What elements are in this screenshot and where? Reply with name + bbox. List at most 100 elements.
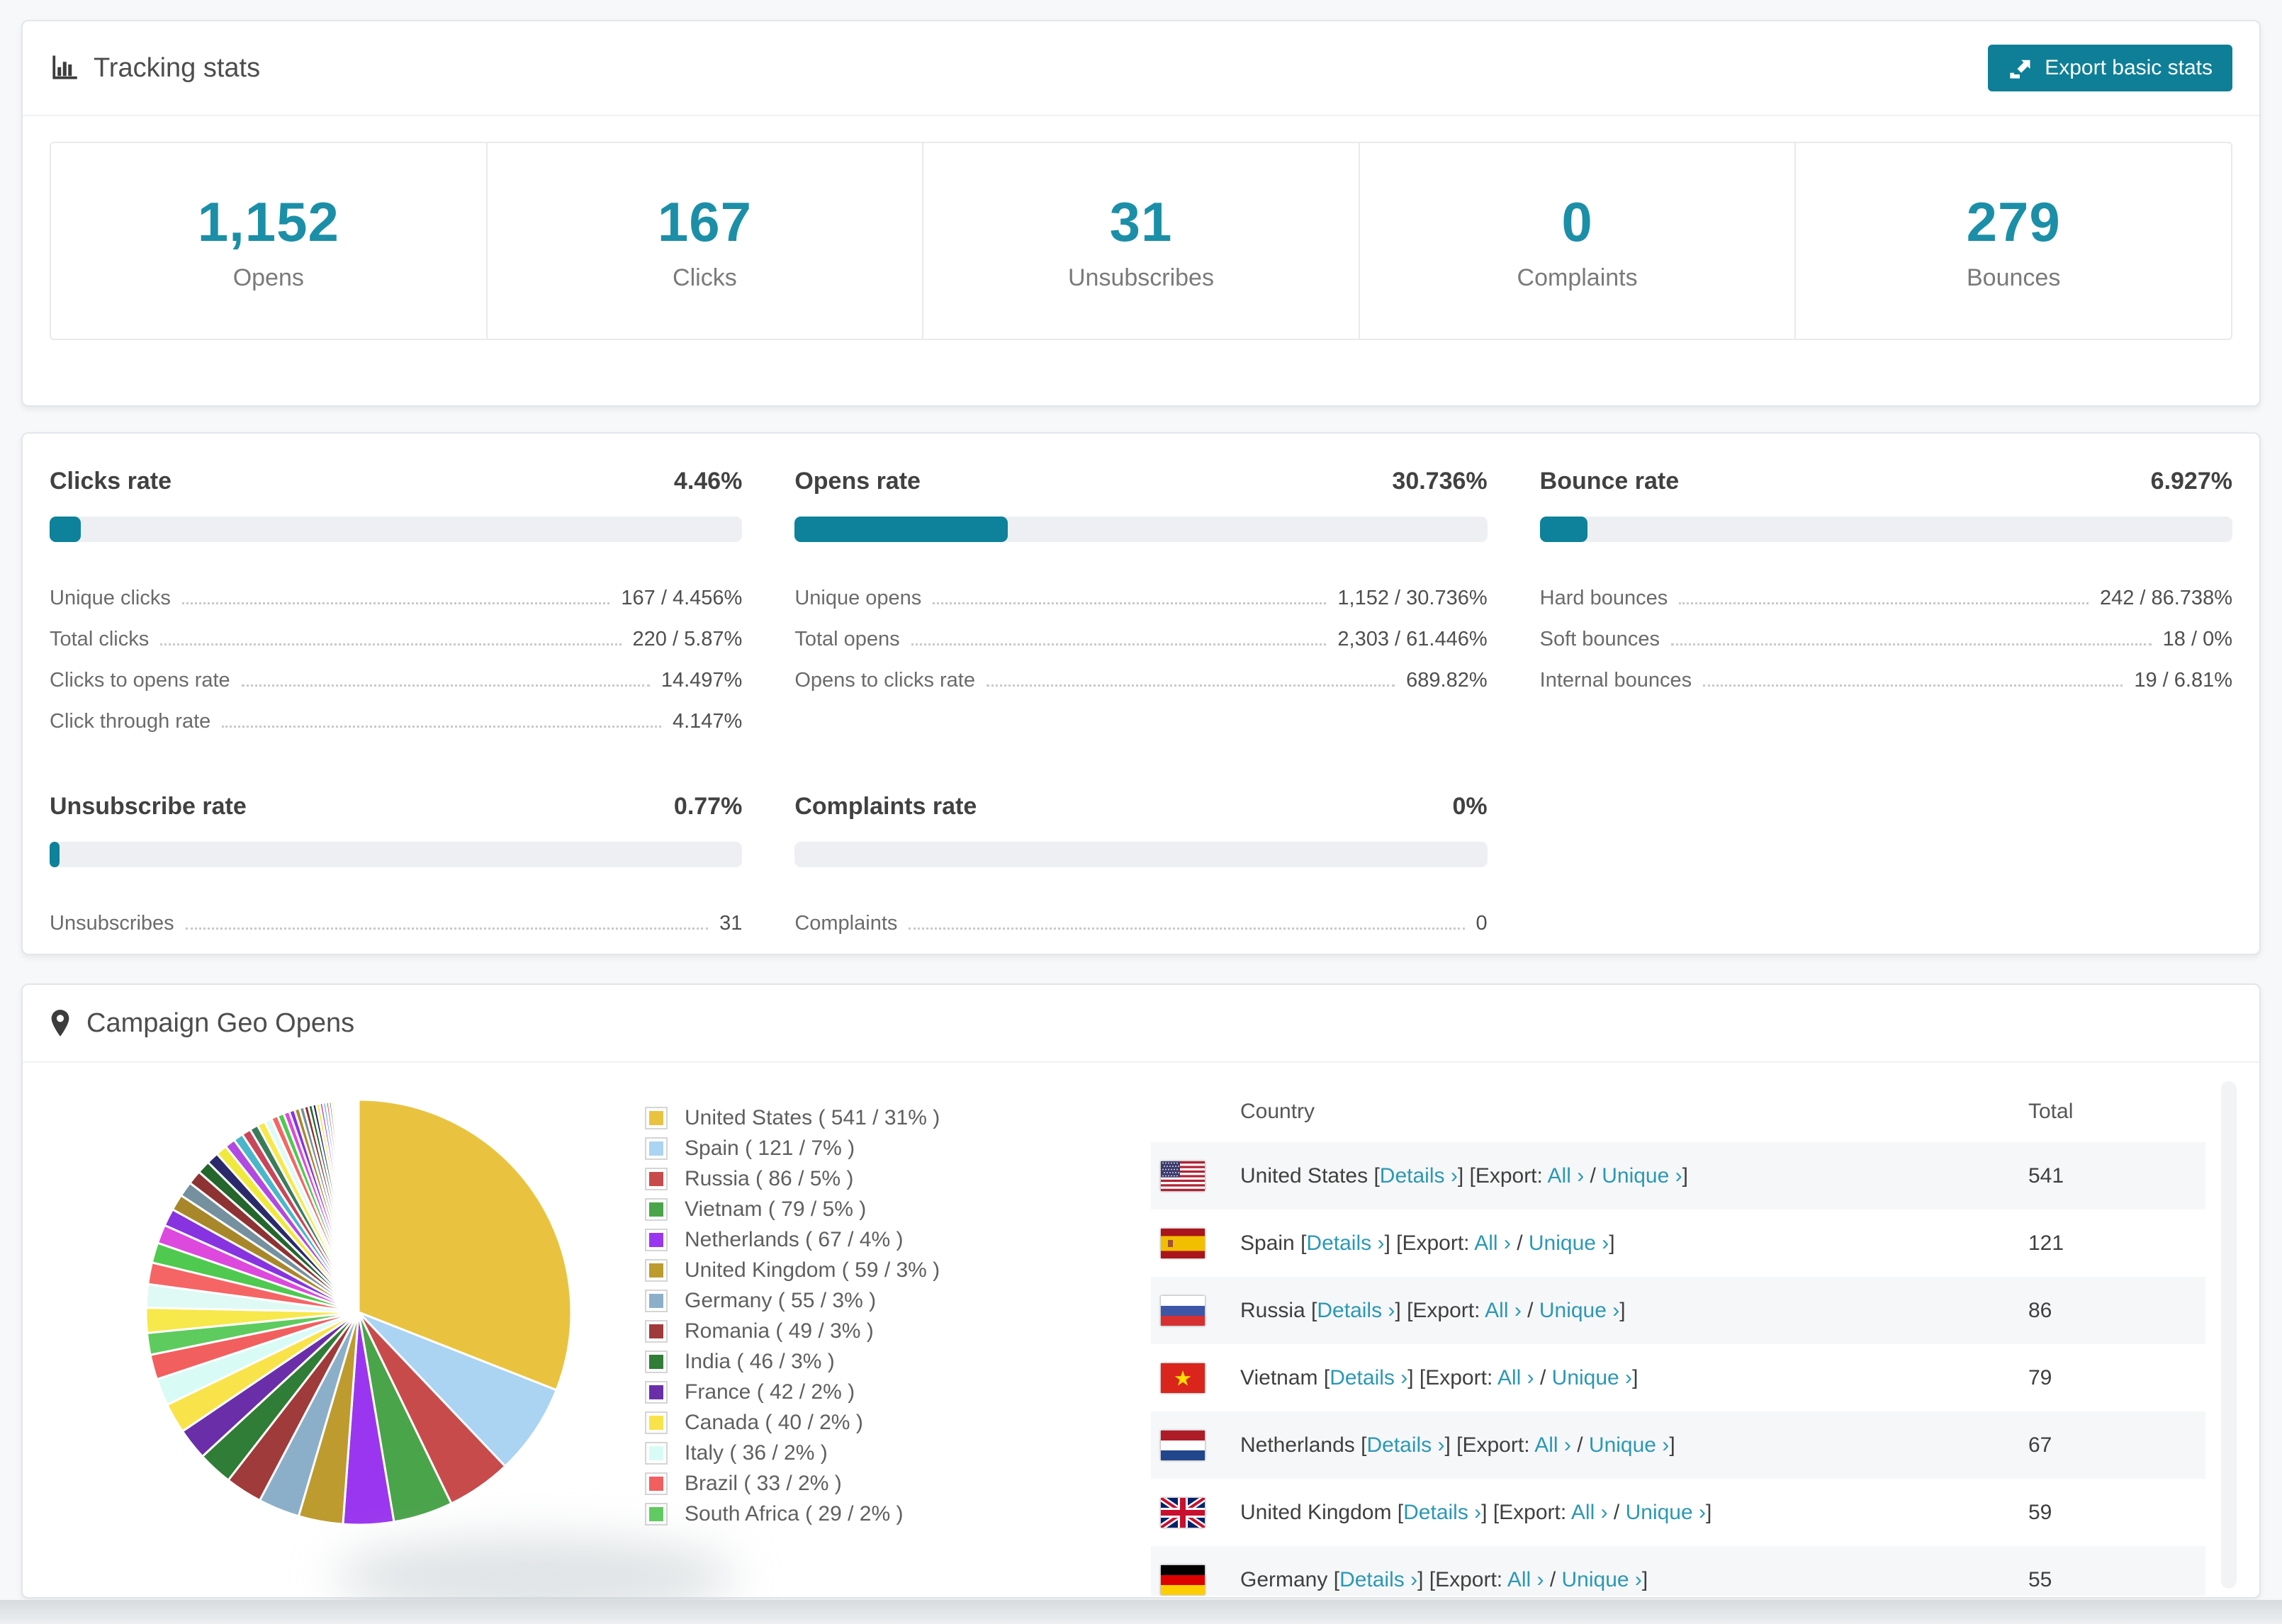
details-link[interactable]: Details › <box>1366 1433 1444 1457</box>
legend-swatch <box>645 1319 668 1343</box>
tracking-stats-title: Tracking stats <box>50 53 260 84</box>
dotted-leader <box>1703 684 2123 687</box>
legend-swatch <box>645 1441 668 1465</box>
details-link[interactable]: Details › <box>1380 1164 1458 1188</box>
legend-label: Brazil ( 33 / 2% ) <box>685 1471 842 1495</box>
rates-grid: Clicks rate 4.46% Unique clicks 167 / 4.… <box>23 434 2259 937</box>
export-unique-link[interactable]: Unique › <box>1562 1568 1642 1591</box>
bracket: ] [Export: <box>1444 1433 1535 1457</box>
geo-opens-table: Country Total United States [Details ›] … <box>1151 1081 2205 1596</box>
legend-swatch <box>645 1472 668 1495</box>
details-link[interactable]: Details › <box>1403 1501 1481 1524</box>
rate-title: Opens rate <box>794 468 921 495</box>
bracket: [ <box>1323 1365 1330 1389</box>
rate-block: Clicks rate 4.46% Unique clicks 167 / 4.… <box>50 468 743 735</box>
details-link[interactable]: Details › <box>1306 1231 1384 1255</box>
legend-swatch <box>645 1197 668 1221</box>
legend-item: United States ( 541 / 31% ) <box>645 1103 940 1133</box>
legend-item: Romania ( 49 / 3% ) <box>645 1316 940 1346</box>
country-name: Germany <box>1240 1567 1334 1591</box>
country-cell: United Kingdom [Details ›] [Export: All … <box>1240 1479 2028 1546</box>
details-link[interactable]: Details › <box>1330 1366 1407 1389</box>
stat-cell: 279 Bounces <box>1794 143 2231 339</box>
stat-cell: 167 Clicks <box>485 143 923 339</box>
rate-detail-label: Internal bounces <box>1539 669 1692 692</box>
country-name: Russia <box>1240 1298 1312 1322</box>
rate-value: 0.77% <box>673 793 743 820</box>
slash: / <box>1534 1365 1552 1389</box>
export-unique-link[interactable]: Unique › <box>1539 1299 1619 1322</box>
bracket: [ <box>1373 1163 1380 1188</box>
legend-label: Germany ( 55 / 3% ) <box>685 1288 877 1312</box>
export-unique-link[interactable]: Unique › <box>1552 1366 1632 1389</box>
geo-title: Campaign Geo Opens <box>50 1008 354 1039</box>
rate-detail-value: 2,303 / 61.446% <box>1337 628 1488 650</box>
rate-detail-label: Unique clicks <box>50 587 171 609</box>
rate-value: 4.46% <box>673 468 743 495</box>
legend-label: South Africa ( 29 / 2% ) <box>685 1501 904 1526</box>
table-scrollbar[interactable] <box>2221 1081 2237 1589</box>
rate-progress-bar <box>50 517 743 542</box>
export-all-link[interactable]: All › <box>1507 1568 1544 1591</box>
bracket: ] <box>1609 1231 1615 1255</box>
export-unique-link[interactable]: Unique › <box>1589 1433 1669 1457</box>
export-unique-link[interactable]: Unique › <box>1602 1164 1682 1188</box>
legend-item: Spain ( 121 / 7% ) <box>645 1133 940 1163</box>
rate-detail-row: Soft bounces 18 / 0% <box>1540 611 2232 653</box>
geo-header: Campaign Geo Opens <box>23 985 2259 1063</box>
export-basic-stats-button[interactable]: Export basic stats <box>1988 45 2232 91</box>
country-flag-icon <box>1161 1564 1205 1595</box>
legend-swatch <box>645 1502 668 1526</box>
dotted-leader <box>1679 602 2089 604</box>
export-all-link[interactable]: All › <box>1534 1433 1571 1457</box>
bracket: ] <box>1641 1567 1648 1591</box>
details-link[interactable]: Details › <box>1339 1568 1417 1591</box>
details-link[interactable]: Details › <box>1317 1299 1395 1322</box>
bracket: ] [Export: <box>1417 1567 1507 1591</box>
page-bottom-band <box>0 1600 2282 1624</box>
rate-detail-label: Complaints <box>794 912 898 935</box>
rates-card: Clicks rate 4.46% Unique clicks 167 / 4.… <box>21 432 2261 955</box>
stat-label: Clicks <box>673 264 737 291</box>
tracking-stats-title-text: Tracking stats <box>94 52 261 83</box>
country-name: United Kingdom <box>1240 1500 1398 1524</box>
rate-detail-value: 4.147% <box>672 710 743 733</box>
rate-detail-row: Unsubscribes 31 <box>50 896 742 937</box>
legend-item: France ( 42 / 2% ) <box>645 1377 940 1407</box>
rate-detail-value: 1,152 / 30.736% <box>1337 587 1488 609</box>
dotted-leader <box>222 726 661 728</box>
rate-detail-label: Hard bounces <box>1539 587 1668 609</box>
export-all-link[interactable]: All › <box>1571 1501 1608 1524</box>
legend-label: United Kingdom ( 59 / 3% ) <box>685 1258 940 1282</box>
export-all-link[interactable]: All › <box>1474 1231 1511 1255</box>
export-all-link[interactable]: All › <box>1485 1299 1522 1322</box>
export-unique-link[interactable]: Unique › <box>1529 1231 1609 1255</box>
country-cell: Russia [Details ›] [Export: All › / Uniq… <box>1240 1277 2028 1344</box>
rate-detail-label: Total opens <box>794 628 900 650</box>
legend-label: India ( 46 / 3% ) <box>685 1349 835 1373</box>
rate-detail-value: 18 / 0% <box>2162 628 2232 650</box>
legend-swatch <box>645 1380 668 1404</box>
rate-progress-bar <box>1539 517 2232 542</box>
export-all-link[interactable]: All › <box>1497 1366 1534 1389</box>
dotted-leader <box>181 602 610 604</box>
legend-label: Netherlands ( 67 / 4% ) <box>685 1227 904 1251</box>
country-name: Spain <box>1240 1231 1301 1255</box>
country-name: Netherlands <box>1240 1433 1361 1457</box>
rate-detail-row: Total opens 2,303 / 61.446% <box>794 611 1487 653</box>
slash: / <box>1570 1433 1589 1457</box>
geo-table-row: United Kingdom [Details ›] [Export: All … <box>1151 1479 2205 1546</box>
table-header-total: Total <box>2028 1100 2074 1123</box>
export-unique-link[interactable]: Unique › <box>1626 1501 1706 1524</box>
bracket: ] <box>1669 1433 1675 1457</box>
rate-detail-label: Opens to clicks rate <box>794 669 975 692</box>
export-all-link[interactable]: All › <box>1548 1164 1585 1188</box>
country-name: United States <box>1240 1163 1374 1188</box>
legend-item: Germany ( 55 / 3% ) <box>645 1285 940 1316</box>
legend-label: France ( 42 / 2% ) <box>685 1380 855 1404</box>
geo-table-row: Russia [Details ›] [Export: All › / Uniq… <box>1151 1277 2205 1344</box>
rate-detail-row: Hard bounces 242 / 86.738% <box>1540 570 2232 611</box>
country-flag-icon <box>1161 1228 1205 1258</box>
geo-table-row: Germany [Details ›] [Export: All › / Uni… <box>1151 1546 2205 1596</box>
rate-detail-rows: Unique opens 1,152 / 30.736% Total opens… <box>794 570 1487 694</box>
